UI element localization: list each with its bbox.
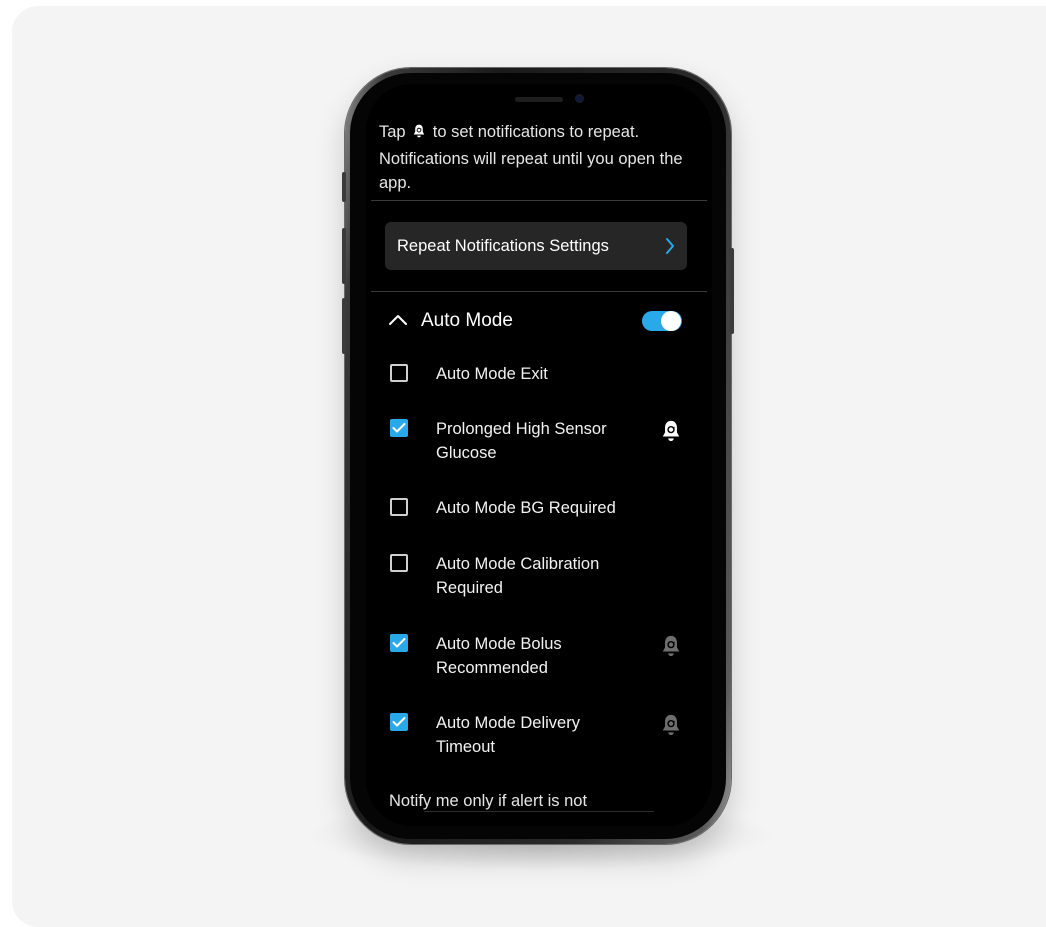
phone-screen: Tap to set notifications to repeat. Noti…	[366, 84, 712, 826]
toggle-knob	[661, 311, 681, 331]
checkmark-icon	[392, 423, 406, 433]
volume-down-button	[342, 298, 346, 354]
bell-repeat-icon[interactable]	[660, 419, 682, 448]
checkbox-checked[interactable]	[390, 419, 408, 437]
notify-condition-text: Notify me only if alert is not	[389, 792, 588, 810]
checkbox-checked[interactable]	[390, 713, 408, 731]
alert-label: Auto Mode BG Required	[436, 499, 616, 517]
earpiece-speaker	[515, 97, 563, 102]
checkbox-unchecked[interactable]	[390, 364, 408, 382]
scroll-fade	[366, 812, 712, 826]
settings-divider	[371, 291, 707, 292]
intro-text-start: Tap	[379, 123, 411, 141]
auto-mode-section-header[interactable]: Auto Mode	[388, 306, 688, 336]
volume-up-button	[342, 228, 346, 284]
repeat-instructions: Tap to set notifications to repeat. Noti…	[379, 120, 704, 196]
power-button	[730, 248, 734, 334]
alert-label: Auto Mode Exit	[436, 365, 548, 383]
alert-label: Auto Mode Calibration Required	[436, 555, 600, 597]
chevron-up-icon[interactable]	[388, 313, 408, 331]
bell-repeat-icon[interactable]	[660, 713, 682, 742]
alert-label: Auto Mode Delivery Timeout	[436, 714, 580, 756]
home-indicator-line	[424, 811, 654, 812]
alert-label: Auto Mode Bolus Recommended	[436, 635, 562, 677]
bell-repeat-icon	[412, 122, 426, 147]
checkbox-unchecked[interactable]	[390, 554, 408, 572]
intro-divider	[371, 200, 707, 201]
checkmark-icon	[392, 717, 406, 727]
checkbox-checked[interactable]	[390, 634, 408, 652]
bell-repeat-icon[interactable]	[660, 634, 682, 663]
alert-label: Prolonged High Sensor Glucose	[436, 420, 607, 462]
repeat-notifications-settings-label: Repeat Notifications Settings	[397, 237, 609, 255]
auto-mode-toggle[interactable]	[642, 311, 682, 331]
checkmark-icon	[392, 638, 406, 648]
section-title: Auto Mode	[421, 310, 513, 331]
mute-switch	[342, 172, 346, 202]
checkbox-unchecked[interactable]	[390, 498, 408, 516]
chevron-right-icon	[665, 237, 675, 260]
front-camera	[576, 95, 583, 102]
repeat-notifications-settings-button[interactable]: Repeat Notifications Settings	[385, 222, 687, 270]
